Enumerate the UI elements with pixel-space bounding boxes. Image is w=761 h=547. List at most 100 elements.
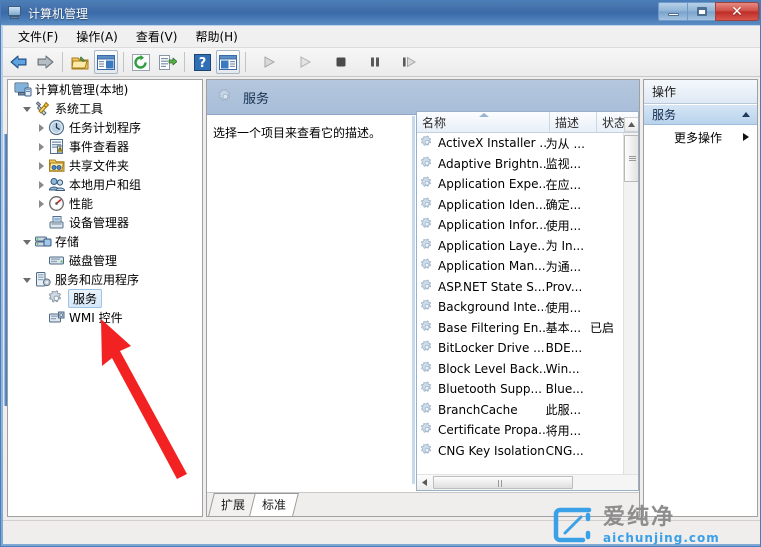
service-row[interactable]: Application Infor... 使用... [417,215,624,236]
service-row[interactable]: ActiveX Installer ... 为从 ... [417,133,624,154]
help-icon[interactable]: ? [190,50,214,74]
expand-arrow-icon[interactable] [34,137,48,156]
tree-node-performance[interactable]: 性能 [8,194,202,213]
service-gear-icon [420,381,436,397]
tree-node-computer-management[interactable]: 计算机管理(本地) [8,80,202,99]
service-description: 此服... [545,403,582,418]
tab-standard[interactable]: 标准 [249,493,299,516]
service-gear-icon [420,299,436,315]
service-description: 为 In... [545,239,585,254]
services-list-view[interactable]: 名称 描述 状态 ActiveX Installer ... 为从 ... Adap… [416,111,639,491]
show-tree-pane-icon[interactable] [94,50,118,74]
service-row[interactable]: Application Expe... 在应... [417,174,624,195]
scrollbar-thumb[interactable] [433,476,573,489]
tree-node-disk-management[interactable]: 磁盘管理 [8,251,202,270]
services-list-header: 名称 描述 状态 [417,112,638,133]
service-name: Application Laye... [438,238,546,253]
expand-arrow-icon[interactable] [20,270,34,289]
folder-up-icon[interactable] [68,50,92,74]
scrollbar-grip [498,480,506,487]
service-row[interactable]: Adaptive Brightn... 监视... [417,154,624,175]
actions-group-services[interactable]: 服务 [644,105,757,125]
service-description: Win... [545,361,580,376]
event-viewer-icon [48,138,66,155]
tab-label: 标准 [262,498,287,512]
expand-arrow-icon[interactable] [20,232,34,251]
service-row[interactable]: Block Level Back... Win... [417,359,624,380]
scrollbar-thumb[interactable] [624,135,638,182]
service-row[interactable]: Base Filtering En... 基本... 已启 [417,318,624,339]
column-label: 描述 [555,116,580,130]
console-tree-pane[interactable]: 计算机管理(本地) 系统工具 任务计划程序 事件查看器 共享文件夹 本地用户和组… [7,79,203,517]
forward-arrow-icon[interactable] [33,50,57,74]
tree-node-storage[interactable]: 存储 [8,232,202,251]
column-header-name[interactable]: 名称 [417,112,550,132]
tree-node-label: 计算机管理(本地) [35,83,129,97]
show-action-pane-icon[interactable] [216,50,240,74]
column-header-description[interactable]: 描述 [550,112,597,132]
service-row[interactable]: Application Laye... 为 In... [417,236,624,257]
service-gear-icon [420,217,436,233]
chevron-right-icon [743,133,749,141]
scroll-up-button[interactable] [624,117,638,132]
maximize-button[interactable] [687,2,716,21]
service-row[interactable]: ASP.NET State S... Prov... [417,277,624,298]
service-row[interactable]: BitLocker Drive ... BDE... [417,338,624,359]
service-description: 确定... [545,198,582,213]
service-row[interactable]: CNG Key Isolation CNG... [417,441,624,462]
tree-node-task-scheduler[interactable]: 任务计划程序 [8,118,202,137]
back-arrow-icon[interactable] [7,50,31,74]
chevron-up-icon [742,112,750,117]
service-row[interactable]: Bluetooth Supp... Blue... [417,379,624,400]
menu-help[interactable]: 帮助(H) [186,26,246,47]
tree-node-shared-folders[interactable]: 共享文件夹 [8,156,202,175]
service-row[interactable]: Application Man... 为通... [417,256,624,277]
pane-splitter[interactable] [412,116,415,484]
service-row[interactable]: BranchCache 此服... [417,400,624,421]
tree-node-device-manager[interactable]: 设备管理器 [8,213,202,232]
service-gear-icon [420,443,436,459]
tree-node-local-users-groups[interactable]: 本地用户和组 [8,175,202,194]
service-row[interactable]: Background Inte... 使用... [417,297,624,318]
service-description: 在应... [545,177,582,192]
menu-action[interactable]: 操作(A) [67,26,127,47]
tree-node-label: 服务 [68,289,103,308]
close-button[interactable]: ✕ [715,2,759,21]
menu-view[interactable]: 查看(V) [127,26,187,47]
toolbar-separator [123,52,124,72]
export-list-icon[interactable] [155,50,179,74]
service-row[interactable]: Application Iden... 确定... [417,195,624,216]
services-horizontal-scrollbar[interactable] [417,474,638,490]
expand-arrow-icon[interactable] [20,99,34,118]
expand-arrow-icon[interactable] [34,156,48,175]
service-gear-icon [420,238,436,254]
more-actions-item[interactable]: 更多操作 [644,127,757,147]
tree-node-label: 设备管理器 [69,216,130,230]
tree-node-label: 性能 [69,197,94,211]
tree-node-label: 事件查看器 [69,140,130,154]
minimize-button[interactable] [658,2,687,21]
tree-node-label: 磁盘管理 [69,254,118,268]
tools-icon [34,100,52,117]
tree-node-event-viewer[interactable]: 事件查看器 [8,137,202,156]
expand-arrow-icon[interactable] [34,194,48,213]
expand-arrow-icon[interactable] [34,118,48,137]
services-pane-title: 服务 [243,91,270,107]
services-pane-header: 服务 [207,80,639,115]
sort-ascending-icon [479,113,489,117]
menu-file[interactable]: 文件(F) [9,26,67,47]
expand-arrow-icon[interactable] [34,175,48,194]
tree-node-services[interactable]: 服务 [8,289,202,308]
services-vertical-scrollbar[interactable] [623,117,638,490]
service-gear-icon [420,135,436,151]
scroll-left-button[interactable] [417,475,432,490]
service-description: BDE... [545,341,583,356]
tree-node-wmi-control[interactable]: WMI 控件 [8,308,202,327]
actions-pane-title: 操作 [652,85,677,99]
tree-node-services-and-applications[interactable]: 服务和应用程序 [8,270,202,289]
tree-node-system-tools[interactable]: 系统工具 [8,99,202,118]
start-service-icon [257,50,281,74]
services-rows: ActiveX Installer ... 为从 ... Adaptive Brig… [417,133,624,469]
service-row[interactable]: Certificate Propa... 将用... [417,420,624,441]
refresh-icon[interactable] [129,50,153,74]
